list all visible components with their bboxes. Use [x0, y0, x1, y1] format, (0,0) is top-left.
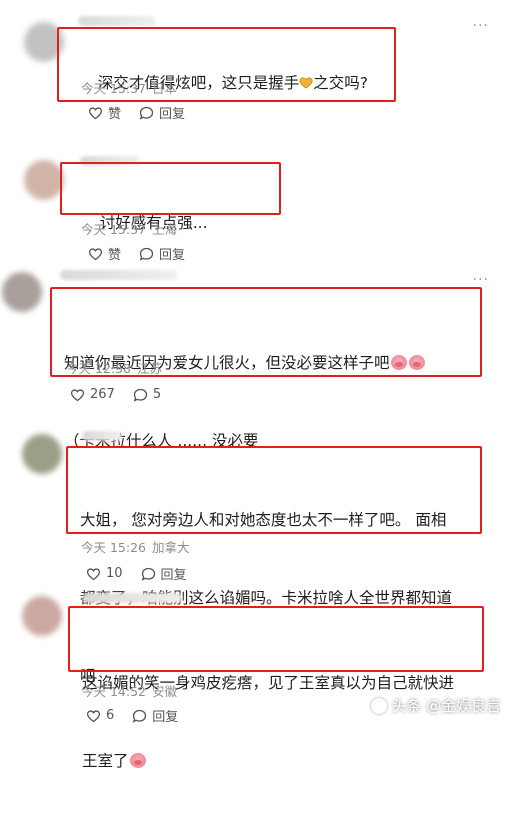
- comment-location: 加拿大: [152, 540, 190, 555]
- comment-actions: 267 5: [70, 387, 161, 402]
- reply-button[interactable]: 回复: [141, 564, 187, 583]
- comment-time: 今天 15:37: [81, 81, 146, 96]
- comment-text-tail: 之交吗?: [313, 74, 368, 92]
- comment-meta: 今天 12:58 江苏: [66, 358, 168, 377]
- comment-meta: 今天 15:37 上海: [81, 219, 183, 238]
- comment-time: 今天 15:37: [81, 222, 146, 237]
- reply-label: 回复: [152, 710, 179, 725]
- username-blurred[interactable]: [60, 270, 178, 280]
- comment-location: 江苏: [137, 361, 163, 376]
- watermark: 头条 @金娱良言: [371, 695, 501, 716]
- comment-bubble-icon: [139, 247, 154, 261]
- pig-emoji-icon: [408, 355, 425, 370]
- comment-bubble-icon: [132, 709, 147, 723]
- username-blurred[interactable]: [78, 16, 156, 26]
- comment-time: 今天 12:58: [66, 361, 131, 376]
- comment-actions: 10 回复: [86, 564, 187, 583]
- comment-location: 上海: [152, 222, 178, 237]
- heart-outline-icon: [88, 106, 103, 120]
- avatar[interactable]: [2, 272, 42, 312]
- comment-actions: 6 回复: [86, 706, 178, 725]
- comment-bubble-icon: [139, 106, 154, 120]
- comment-time: 今天 15:26: [81, 540, 146, 555]
- username-blurred[interactable]: [82, 593, 182, 603]
- like-button[interactable]: 赞: [88, 103, 121, 122]
- avatar[interactable]: [24, 160, 64, 200]
- comment-bubble-icon: [133, 388, 148, 402]
- comment-actions: 赞 回复: [88, 244, 185, 263]
- heart-emoji-icon: [299, 71, 313, 89]
- heart-outline-icon: [86, 567, 101, 581]
- more-dots-icon[interactable]: ···: [473, 18, 489, 34]
- pig-emoji-icon: [390, 355, 407, 370]
- like-button[interactable]: 267: [70, 387, 115, 402]
- username-blurred[interactable]: [82, 431, 122, 441]
- comment-meta: 今天 15:26 加拿大: [81, 537, 196, 556]
- reply-label: 回复: [160, 568, 187, 583]
- reply-label: 回复: [159, 248, 186, 263]
- reply-label: 回复: [159, 107, 186, 122]
- like-count: 10: [106, 566, 123, 581]
- like-button[interactable]: 10: [86, 566, 123, 581]
- like-label: 赞: [108, 107, 122, 122]
- like-label: 赞: [108, 248, 122, 263]
- heart-outline-icon: [88, 247, 103, 261]
- like-count: 6: [106, 708, 115, 723]
- heart-outline-icon: [70, 388, 85, 402]
- avatar[interactable]: [22, 434, 62, 474]
- reply-button[interactable]: 回复: [139, 244, 185, 263]
- reply-count: 5: [152, 387, 162, 402]
- like-button[interactable]: 6: [86, 708, 114, 723]
- avatar[interactable]: [22, 596, 62, 636]
- reply-button[interactable]: 回复: [139, 103, 185, 122]
- comment-meta: 今天 14:52 安徽: [81, 681, 183, 700]
- pig-emoji-icon: [129, 753, 146, 768]
- comment-time: 今天 14:52: [81, 684, 146, 699]
- comment-meta: 今天 15:37 日本: [81, 78, 183, 97]
- comment-actions: 赞 回复: [88, 103, 185, 122]
- watermark-logo-icon: [371, 697, 388, 714]
- reply-button[interactable]: 5: [133, 387, 161, 402]
- comment-bubble-icon: [141, 567, 156, 581]
- comment-text-line: 王室了: [82, 752, 129, 770]
- reply-button[interactable]: 回复: [132, 706, 178, 725]
- heart-outline-icon: [86, 709, 101, 723]
- comment-location: 安徽: [152, 684, 178, 699]
- comment-text-line: 大姐， 您对旁边人和对她态度也太不一样了吧。 面相: [80, 511, 447, 529]
- like-count: 267: [90, 387, 115, 402]
- comment-location: 日本: [152, 81, 178, 96]
- watermark-text: 头条 @金娱良言: [391, 697, 501, 715]
- more-dots-icon[interactable]: ···: [473, 272, 489, 288]
- like-button[interactable]: 赞: [88, 244, 121, 263]
